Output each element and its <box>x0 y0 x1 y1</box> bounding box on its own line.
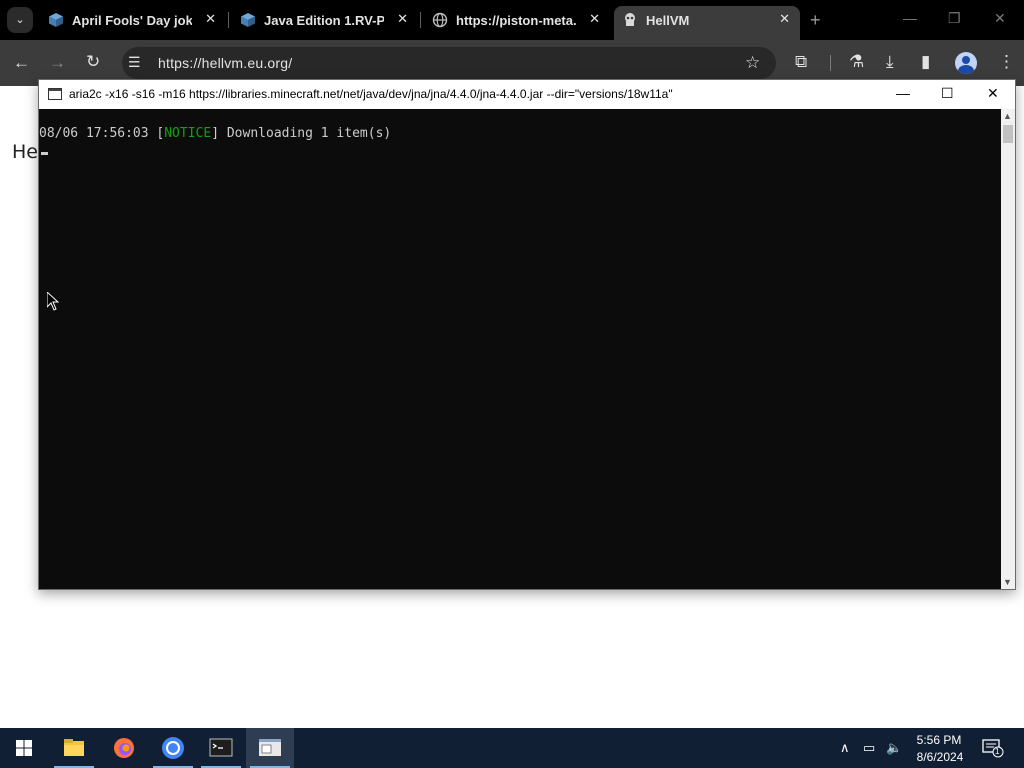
taskbar-console-window[interactable] <box>246 728 294 768</box>
minimize-icon[interactable]: — <box>896 85 910 101</box>
log-message: ] Downloading 1 item(s) <box>211 126 392 141</box>
hellvm-icon <box>625 13 635 26</box>
scroll-up-icon[interactable]: ▲ <box>1003 111 1012 121</box>
console-app-icon <box>48 88 62 100</box>
minimize-icon[interactable]: — <box>903 10 917 26</box>
close-icon[interactable]: ✕ <box>779 11 790 27</box>
tab-title: https://piston-meta.m <box>456 13 576 28</box>
console-titlebar[interactable]: aria2c -x16 -s16 -m16 https://libraries.… <box>39 80 1015 109</box>
console-window: aria2c -x16 -s16 -m16 https://libraries.… <box>38 79 1016 590</box>
site-settings-icon[interactable]: ☰ <box>128 54 141 71</box>
taskbar-file-explorer[interactable] <box>50 728 98 768</box>
close-icon[interactable]: ✕ <box>987 85 999 102</box>
minecraft-block-icon <box>241 13 255 27</box>
console-output[interactable]: 08/06 17:56:03 [NOTICE] Downloading 1 it… <box>39 109 1001 589</box>
new-tab-button[interactable]: + <box>810 10 821 31</box>
more-menu-icon[interactable]: ⋮ <box>998 52 1015 72</box>
bookmark-star-icon[interactable]: ☆ <box>745 53 760 73</box>
notification-count: 1 <box>995 747 1000 756</box>
side-panel-icon[interactable]: ▮ <box>921 52 930 72</box>
start-button[interactable] <box>0 728 48 768</box>
close-icon[interactable]: ✕ <box>397 11 408 27</box>
console-window-icon <box>259 739 281 756</box>
globe-icon <box>432 12 448 28</box>
tab-divider <box>420 12 421 28</box>
desktop: { "browser": { "tab_search_glyph": "⌄", … <box>0 0 1024 768</box>
tab-java-edition[interactable]: Java Edition 1.RV-Pre1 ✕ <box>232 6 418 34</box>
back-icon[interactable]: ← <box>13 53 30 73</box>
profile-avatar-icon[interactable] <box>955 52 977 74</box>
close-icon[interactable]: ✕ <box>589 11 600 27</box>
forward-icon[interactable]: → <box>49 53 66 73</box>
firefox-icon <box>114 738 134 758</box>
clock-date[interactable]: 8/6/2024 <box>912 750 968 764</box>
tab-piston-meta[interactable]: https://piston-meta.m ✕ <box>424 6 610 34</box>
tab-title: HellVM <box>646 13 690 28</box>
close-icon[interactable]: ✕ <box>205 11 216 27</box>
close-window-icon[interactable]: ✕ <box>994 10 1006 27</box>
network-icon[interactable]: ▭ <box>863 740 875 756</box>
taskbar-firefox[interactable] <box>100 728 148 768</box>
browser-tab-strip: ⌄ April Fools' Day jokes ✕ Java Edition … <box>0 0 1024 40</box>
taskbar-chrome[interactable] <box>149 728 197 768</box>
tab-hellvm[interactable]: HellVM ✕ <box>614 6 800 40</box>
console-title: aria2c -x16 -s16 -m16 https://libraries.… <box>69 87 673 101</box>
notification-center-icon[interactable]: 1 <box>982 738 1004 758</box>
log-level: NOTICE <box>164 126 212 141</box>
page-heading: He <box>12 141 38 163</box>
console-scrollbar[interactable]: ▲ ▼ <box>1001 109 1015 589</box>
taskbar-terminal[interactable] <box>197 728 245 768</box>
tab-search-button[interactable]: ⌄ <box>7 7 33 33</box>
maximize-icon[interactable]: ☐ <box>941 85 954 102</box>
tab-april-fools[interactable]: April Fools' Day jokes ✕ <box>40 6 226 34</box>
scroll-down-icon[interactable]: ▼ <box>1003 577 1012 587</box>
tab-divider <box>228 12 229 28</box>
toolbar-divider <box>830 55 831 71</box>
clock-time[interactable]: 5:56 PM <box>916 733 962 747</box>
text-cursor <box>41 152 48 155</box>
terminal-icon <box>209 738 233 757</box>
download-icon[interactable]: ⤓ <box>886 52 894 72</box>
url-text[interactable]: https://hellvm.eu.org/ <box>158 55 292 71</box>
extensions-icon[interactable]: ⧉ <box>795 52 807 72</box>
tab-title: April Fools' Day jokes <box>72 13 192 28</box>
show-hidden-icons-chevron-icon[interactable]: ∧ <box>840 740 850 756</box>
chrome-icon <box>162 737 184 759</box>
windows-logo-icon <box>16 740 32 756</box>
log-timestamp: 08/06 17:56:03 [ <box>39 126 165 141</box>
chevron-down-icon: ⌄ <box>15 14 25 26</box>
console-line: 08/06 17:56:03 [NOTICE] Downloading 1 it… <box>39 126 391 141</box>
volume-muted-icon[interactable]: 🔈 <box>886 740 902 756</box>
folder-icon <box>64 739 84 756</box>
scroll-thumb[interactable] <box>1003 125 1013 143</box>
tab-title: Java Edition 1.RV-Pre1 <box>264 13 384 28</box>
reload-icon[interactable]: ↻ <box>86 52 100 72</box>
labs-flask-icon[interactable]: ⚗ <box>849 52 864 72</box>
restore-icon[interactable]: ❐ <box>948 10 961 27</box>
minecraft-block-icon <box>49 13 63 27</box>
